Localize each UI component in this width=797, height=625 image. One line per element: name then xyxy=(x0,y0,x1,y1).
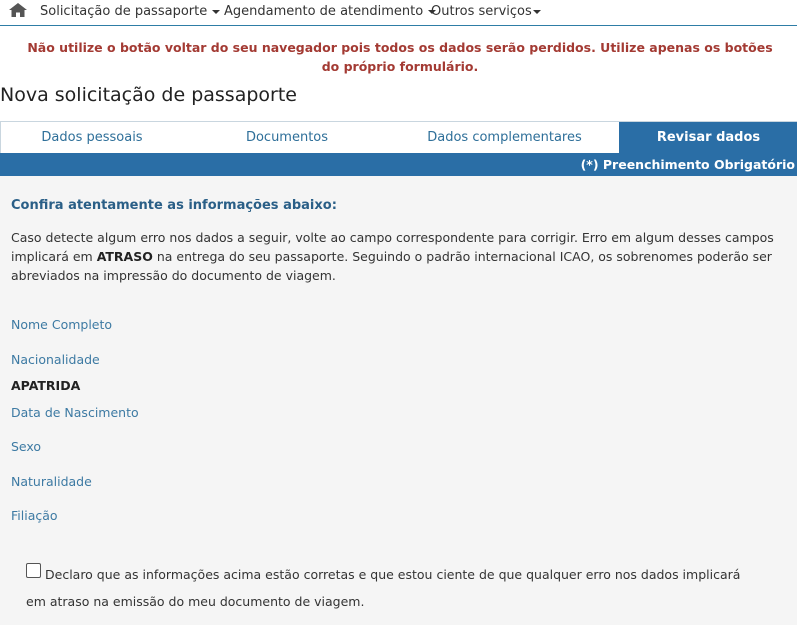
label-filiacao: Filiação xyxy=(11,508,58,523)
declaration-text-line1: Declaro que as informações acima estão c… xyxy=(45,567,741,582)
declaration-checkbox[interactable] xyxy=(26,563,41,578)
tab-documentos[interactable]: Documentos xyxy=(183,122,391,153)
page-title: Nova solicitação de passaporte xyxy=(0,84,297,106)
chevron-down-icon xyxy=(212,9,221,14)
label-nome-completo: Nome Completo xyxy=(11,317,113,332)
value-nacionalidade: APATRIDA xyxy=(11,378,81,393)
tab-dados-pessoais[interactable]: Dados pessoais xyxy=(1,122,183,153)
review-panel: Confira atentamente as informações abaix… xyxy=(0,176,797,625)
tab-revisar-dados[interactable]: Revisar dados xyxy=(619,122,797,153)
review-description: Caso detecte algum erro nos dados a segu… xyxy=(11,230,774,283)
top-navigation: Solicitação de passaporte Agendamento de… xyxy=(0,0,797,26)
nav-solicitacao-passaporte[interactable]: Solicitação de passaporte xyxy=(40,4,221,19)
label-data-nascimento: Data de Nascimento xyxy=(11,405,139,420)
warning-message: Não utilize o botão voltar do seu navega… xyxy=(27,40,773,74)
home-icon[interactable] xyxy=(9,3,27,17)
nav-agendamento-atendimento[interactable]: Agendamento de atendimento xyxy=(224,4,437,19)
declaration-text-line2: em atraso na emissão do meu documento de… xyxy=(26,594,365,609)
review-heading: Confira atentamente as informações abaix… xyxy=(11,198,337,213)
tab-dados-complementares[interactable]: Dados complementares xyxy=(391,122,618,153)
delay-emphasis: ATRASO xyxy=(96,249,153,264)
chevron-down-icon xyxy=(532,9,541,14)
label-sexo: Sexo xyxy=(11,439,42,454)
label-naturalidade: Naturalidade xyxy=(11,474,92,489)
nav-outros-servicos[interactable]: Outros serviços xyxy=(431,4,541,19)
form-tabs: Dados pessoais Documentos Dados compleme… xyxy=(0,121,797,153)
label-nacionalidade: Nacionalidade xyxy=(11,352,100,367)
required-fields-note: (*) Preenchimento Obrigatório xyxy=(0,153,797,176)
